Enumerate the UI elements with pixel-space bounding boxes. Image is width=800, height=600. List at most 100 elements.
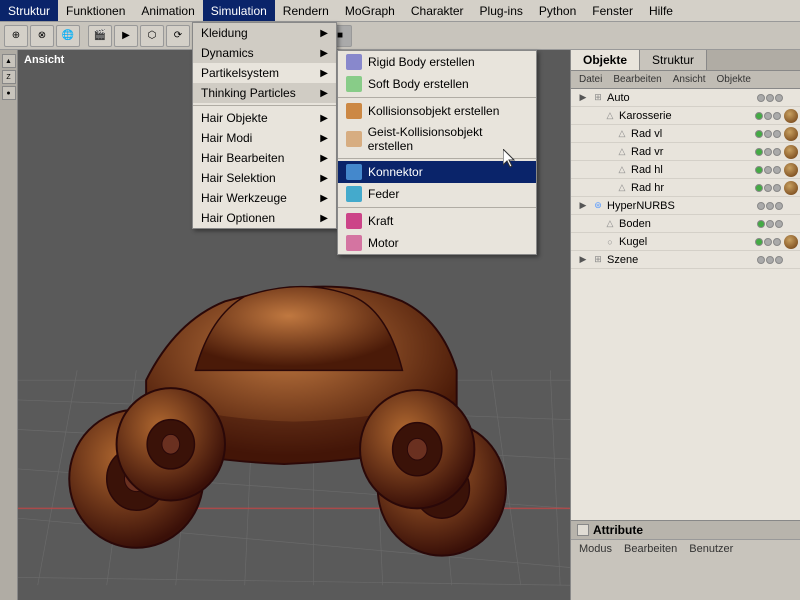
dot1 (757, 256, 765, 264)
toolbar-btn-2[interactable]: ⊗ (30, 25, 54, 47)
dynamics-submenu[interactable]: Rigid Body erstellen Soft Body erstellen… (337, 50, 537, 255)
toolbar-btn-5[interactable]: ▶ (114, 25, 138, 47)
dot1 (757, 94, 765, 102)
obj-row-radhr[interactable]: △ Rad hr (571, 179, 800, 197)
sim-item-partikelsystem[interactable]: Partikelsystem ▶ (193, 63, 336, 83)
menu-hilfe[interactable]: Hilfe (641, 0, 681, 21)
expand-boden[interactable] (589, 218, 601, 230)
expand-kugel[interactable] (589, 236, 601, 248)
dyn-item-konnektor[interactable]: Konnektor (338, 161, 536, 183)
sim-item-dynamics[interactable]: Dynamics ▶ (193, 43, 336, 63)
dyn-item-soft[interactable]: Soft Body erstellen (338, 73, 536, 95)
sim-item-hair-optionen[interactable]: Hair Optionen ▶ (193, 208, 336, 228)
menu-funktionen[interactable]: Funktionen (58, 0, 133, 21)
viewport-label: Ansicht (24, 54, 64, 66)
name-radhr: Rad hr (631, 182, 755, 194)
right-panel: Objekte Struktur Datei Bearbeiten Ansich… (570, 50, 800, 600)
sim-item-hair-modi[interactable]: Hair Modi ▶ (193, 128, 336, 148)
dot1 (755, 238, 763, 246)
sim-item-hair-bearbeiten[interactable]: Hair Bearbeiten ▶ (193, 148, 336, 168)
left-panel: ▲ Z ● (0, 50, 18, 600)
sim-item-hair-selektion[interactable]: Hair Selektion ▶ (193, 168, 336, 188)
obj-row-radvr[interactable]: △ Rad vr (571, 143, 800, 161)
dot2 (764, 112, 772, 120)
obj-row-radhl[interactable]: △ Rad hl (571, 161, 800, 179)
expand-radvr[interactable] (601, 146, 613, 158)
left-btn-3[interactable]: ● (2, 86, 16, 100)
menu-plugins[interactable]: Plug-ins (472, 0, 531, 21)
expand-szene[interactable]: ▶ (577, 254, 589, 266)
attr-tab-modus[interactable]: Modus (575, 542, 616, 556)
icon-auto: ⊞ (591, 91, 605, 105)
dot1 (755, 112, 763, 120)
menu-charakter[interactable]: Charakter (403, 0, 472, 21)
obj-tool-ansicht[interactable]: Ansicht (669, 73, 710, 86)
sim-item-hair-werkzeuge[interactable]: Hair Werkzeuge ▶ (193, 188, 336, 208)
menu-mograph[interactable]: MoGraph (337, 0, 403, 21)
sphere-radvr (784, 145, 798, 159)
dots-karosserie (755, 109, 798, 123)
dot3 (773, 238, 781, 246)
menu-struktur[interactable]: Struktur (0, 0, 58, 21)
menu-fenster[interactable]: Fenster (584, 0, 641, 21)
dyn-item-feder[interactable]: Feder (338, 183, 536, 205)
dyn-item-rigid[interactable]: Rigid Body erstellen (338, 51, 536, 73)
menu-python[interactable]: Python (531, 0, 584, 21)
dyn-item-kraft[interactable]: Kraft (338, 210, 536, 232)
dots-szene (757, 256, 798, 264)
obj-tool-objekte[interactable]: Objekte (713, 73, 755, 86)
obj-row-szene[interactable]: ▶ ⊞ Szene (571, 251, 800, 269)
sphere-radhl (784, 163, 798, 177)
expand-radvl[interactable] (601, 128, 613, 140)
dyn-item-geist[interactable]: Geist-Kollisionsobjekt erstellen (338, 122, 536, 156)
sim-item-kleidung[interactable]: Kleidung ▶ (193, 23, 336, 43)
obj-row-hypernurbs[interactable]: ▶ ⊛ HyperNURBS (571, 197, 800, 215)
left-btn-1[interactable]: ▲ (2, 54, 16, 68)
menu-simulation[interactable]: Simulation (203, 0, 275, 21)
simulation-menu[interactable]: Kleidung ▶ Dynamics ▶ Partikelsystem ▶ T… (192, 22, 337, 229)
icon-radvr: △ (615, 145, 629, 159)
dyn-separator-2 (338, 158, 536, 159)
dyn-item-motor[interactable]: Motor (338, 232, 536, 254)
expand-karosserie[interactable] (589, 110, 601, 122)
menu-animation[interactable]: Animation (133, 0, 202, 21)
kollision-icon (346, 103, 362, 119)
toolbar-btn-3[interactable]: 🌐 (56, 25, 80, 47)
tab-struktur[interactable]: Struktur (640, 50, 707, 70)
attr-tab-benutzer[interactable]: Benutzer (685, 542, 737, 556)
dyn-item-kollision[interactable]: Kollisionsobjekt erstellen (338, 100, 536, 122)
name-radvr: Rad vr (631, 146, 755, 158)
icon-radvl: △ (615, 127, 629, 141)
dot3 (773, 112, 781, 120)
menu-rendern[interactable]: Rendern (275, 0, 337, 21)
obj-row-karosserie[interactable]: △ Karosserie (571, 107, 800, 125)
dot2 (764, 166, 772, 174)
obj-tool-bearbeiten[interactable]: Bearbeiten (609, 73, 665, 86)
attr-tab-bearbeiten[interactable]: Bearbeiten (620, 542, 681, 556)
expand-auto[interactable]: ▶ (577, 92, 589, 104)
toolbar-btn-7[interactable]: ⟳ (166, 25, 190, 47)
expand-radhl[interactable] (601, 164, 613, 176)
toolbar-btn-1[interactable]: ⊕ (4, 25, 28, 47)
attr-checkbox[interactable] (577, 524, 589, 536)
left-btn-2[interactable]: Z (2, 70, 16, 84)
icon-kugel: ○ (603, 235, 617, 249)
name-hypernurbs: HyperNURBS (607, 200, 757, 212)
obj-row-auto[interactable]: ▶ ⊞ Auto (571, 89, 800, 107)
obj-tool-datei[interactable]: Datei (575, 73, 606, 86)
sim-item-thinking[interactable]: Thinking Particles ▶ (193, 83, 336, 103)
obj-row-boden[interactable]: △ Boden (571, 215, 800, 233)
expand-radhr[interactable] (601, 182, 613, 194)
obj-row-radvl[interactable]: △ Rad vl (571, 125, 800, 143)
toolbar-btn-4[interactable]: 🎬 (88, 25, 112, 47)
expand-hypernurbs[interactable]: ▶ (577, 200, 589, 212)
sim-item-hair-objekte[interactable]: Hair Objekte ▶ (193, 108, 336, 128)
dot3 (773, 166, 781, 174)
obj-row-kugel[interactable]: ○ Kugel (571, 233, 800, 251)
feder-icon (346, 186, 362, 202)
dots-kugel (755, 235, 798, 249)
dots-radvr (755, 145, 798, 159)
dots-auto (757, 91, 798, 105)
toolbar-btn-6[interactable]: ⬡ (140, 25, 164, 47)
tab-objekte[interactable]: Objekte (571, 50, 640, 70)
